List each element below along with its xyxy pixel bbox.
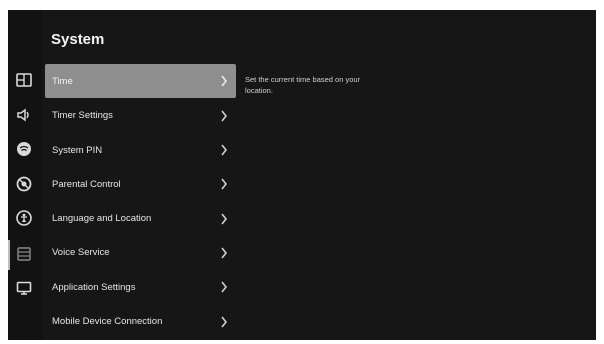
menu-item-label: Parental Control xyxy=(52,178,121,190)
menu-item-voice-service[interactable]: Voice Service xyxy=(45,236,236,269)
menu-item-application-settings[interactable]: Application Settings xyxy=(45,271,236,304)
menu-item-time[interactable]: Time xyxy=(45,64,236,98)
menu-item-parental-control[interactable]: Parental Control xyxy=(45,168,236,201)
sound-icon[interactable] xyxy=(12,103,36,127)
support-icon[interactable] xyxy=(12,172,36,196)
menu-item-label: Timer Settings xyxy=(52,110,113,122)
settings-menu: Time Timer Settings System PIN Parental … xyxy=(45,64,236,339)
page-title: System xyxy=(51,31,105,48)
picture-icon[interactable] xyxy=(12,68,36,92)
menu-item-label: Time xyxy=(52,75,73,87)
menu-item-label: Language and Location xyxy=(52,213,152,225)
chevron-right-icon xyxy=(221,213,228,225)
menu-item-label: System PIN xyxy=(52,144,103,156)
chevron-right-icon xyxy=(221,281,228,293)
network-icon[interactable] xyxy=(12,137,36,161)
menu-item-label: Voice Service xyxy=(52,247,110,259)
chevron-right-icon xyxy=(221,316,228,328)
chevron-right-icon xyxy=(221,144,228,156)
item-description: Set the current time based on your locat… xyxy=(245,75,361,95)
chevron-right-icon xyxy=(221,178,228,190)
category-rail xyxy=(8,10,42,340)
settings-screen: System Time Timer Settings System PIN Pa… xyxy=(8,10,596,340)
menu-item-mobile-device-connection[interactable]: Mobile Device Connection xyxy=(45,305,236,338)
chevron-right-icon xyxy=(221,110,228,122)
menu-item-label: Mobile Device Connection xyxy=(52,316,163,328)
display-icon[interactable] xyxy=(12,276,36,300)
menu-item-timer-settings[interactable]: Timer Settings xyxy=(45,99,236,132)
chevron-right-icon xyxy=(221,75,228,87)
menu-item-language-and-location[interactable]: Language and Location xyxy=(45,202,236,235)
menu-item-label: Application Settings xyxy=(52,281,136,293)
menu-item-system-pin[interactable]: System PIN xyxy=(45,134,236,167)
chevron-right-icon xyxy=(221,247,228,259)
accessibility-icon[interactable] xyxy=(12,206,36,230)
system-icon[interactable] xyxy=(12,242,36,266)
active-category-marker xyxy=(8,240,10,270)
